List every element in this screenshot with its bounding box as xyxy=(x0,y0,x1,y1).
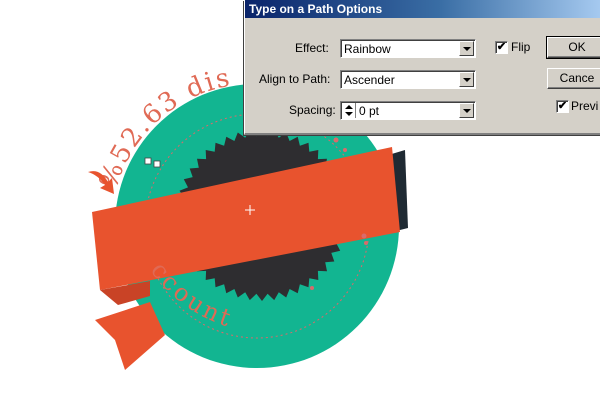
ok-button[interactable]: OK xyxy=(546,36,600,59)
spacing-stepper[interactable] xyxy=(343,103,356,118)
chevron-down-icon[interactable] xyxy=(459,72,474,87)
align-to-path-select[interactable]: Ascender xyxy=(340,70,476,89)
cancel-button[interactable]: Cance xyxy=(547,68,600,89)
dialog-title[interactable]: Type on a Path Options xyxy=(245,0,600,18)
ribbon-tail xyxy=(95,302,165,370)
flip-label: Flip xyxy=(511,40,531,54)
chevron-down-icon[interactable] xyxy=(459,41,474,56)
stepper-up-icon[interactable] xyxy=(345,105,353,109)
preview-label: Previ xyxy=(571,99,599,113)
align-to-path-value: Ascender xyxy=(344,73,395,87)
spacing-field[interactable]: 0 pt xyxy=(340,101,476,120)
anchor-handle[interactable] xyxy=(144,157,152,165)
chevron-down-icon[interactable] xyxy=(459,103,474,118)
align-to-path-label: Align to Path: xyxy=(259,72,331,86)
spacing-label: Spacing: xyxy=(289,103,336,117)
effect-select[interactable]: Rainbow xyxy=(340,39,476,58)
type-on-path-options-dialog: Type on a Path Options Effect: Rainbow A… xyxy=(244,0,600,135)
effect-label: Effect: xyxy=(295,41,329,55)
effect-value: Rainbow xyxy=(344,42,391,56)
flip-checkbox[interactable]: ✔ xyxy=(495,41,508,54)
anchor-handle[interactable] xyxy=(153,160,161,168)
spacing-value: 0 pt xyxy=(359,104,380,118)
preview-checkbox[interactable]: ✔ xyxy=(556,100,569,113)
stepper-down-icon[interactable] xyxy=(345,112,353,116)
